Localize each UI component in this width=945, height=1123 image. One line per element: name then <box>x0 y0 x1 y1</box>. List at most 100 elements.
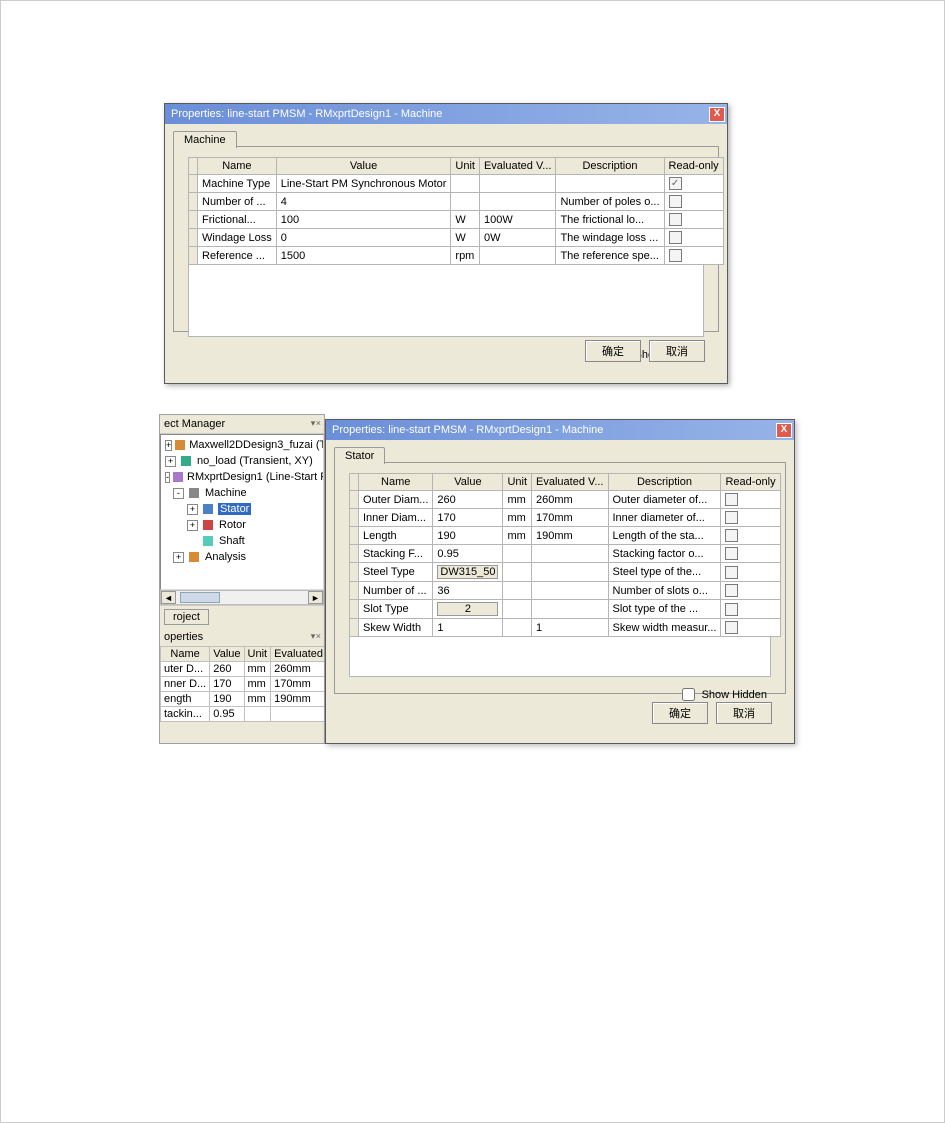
scroll-left-icon[interactable]: ◄ <box>161 591 176 604</box>
table-row[interactable]: Reference ...1500rpmThe reference spe... <box>189 247 724 265</box>
cell-readonly[interactable] <box>664 247 723 265</box>
cell-value[interactable]: 190 <box>210 692 244 707</box>
col-name[interactable]: Name <box>198 158 277 175</box>
show-hidden-input[interactable] <box>682 688 695 701</box>
ok-button[interactable]: 确定 <box>585 340 641 362</box>
table-row[interactable]: Outer Diam...260mm260mmOuter diameter of… <box>350 491 781 509</box>
tree-expander-icon[interactable]: + <box>165 440 172 451</box>
cell-value[interactable]: 260 <box>433 491 503 509</box>
project-tree[interactable]: +Maxwell2DDesign3_fuzai (Transien+no_loa… <box>160 434 324 590</box>
cancel-button[interactable]: 取消 <box>649 340 705 362</box>
table-row[interactable]: Slot Type2Slot type of the ... <box>350 600 781 619</box>
table-row[interactable]: Windage Loss0W0WThe windage loss ... <box>189 229 724 247</box>
cell-value[interactable]: 0.95 <box>210 707 244 722</box>
cell-value[interactable]: 2 <box>433 600 503 619</box>
tree-item[interactable]: +Analysis <box>163 549 321 565</box>
col-value[interactable]: Value <box>276 158 451 175</box>
tree-expander-icon[interactable]: + <box>165 456 176 467</box>
readonly-checkbox-icon[interactable] <box>725 584 738 597</box>
cell-value[interactable]: 1500 <box>276 247 451 265</box>
tree-expander-icon[interactable]: + <box>187 520 198 531</box>
tab-machine[interactable]: Machine <box>173 131 237 148</box>
cell-value[interactable]: 1 <box>433 619 503 637</box>
mini-col-eval[interactable]: Evaluated V... <box>271 647 325 662</box>
col-ro[interactable]: Read-only <box>721 474 780 491</box>
readonly-checkbox-icon[interactable] <box>669 195 682 208</box>
cell-readonly[interactable] <box>721 491 780 509</box>
cell-readonly[interactable] <box>721 563 780 582</box>
readonly-checkbox-icon[interactable] <box>669 249 682 262</box>
cell-readonly[interactable] <box>721 619 780 637</box>
readonly-checkbox-icon[interactable] <box>725 529 738 542</box>
col-ro[interactable]: Read-only <box>664 158 723 175</box>
readonly-checkbox-icon[interactable] <box>669 213 682 226</box>
cell-readonly[interactable] <box>664 229 723 247</box>
scroll-track[interactable] <box>176 591 308 604</box>
table-row[interactable]: Steel TypeDW315_50Steel type of the... <box>350 563 781 582</box>
titlebar[interactable]: Properties: line-start PMSM - RMxprtDesi… <box>165 104 727 124</box>
tree-expander-icon[interactable]: - <box>173 488 184 499</box>
readonly-checkbox-icon[interactable] <box>669 177 682 190</box>
col-value[interactable]: Value <box>433 474 503 491</box>
cell-value[interactable]: 170 <box>210 677 244 692</box>
panel-controls-icon[interactable]: ▾ × <box>311 418 320 430</box>
cell-readonly[interactable] <box>721 600 780 619</box>
readonly-checkbox-icon[interactable] <box>669 231 682 244</box>
cell-readonly[interactable] <box>664 211 723 229</box>
property-grid[interactable]: Name Value Unit Evaluated V... Descripti… <box>188 157 724 265</box>
tree-item[interactable]: Shaft <box>163 533 321 549</box>
tree-item[interactable]: +Maxwell2DDesign3_fuzai (Transien <box>163 437 321 453</box>
table-row[interactable]: Length190mm190mmLength of the sta... <box>350 527 781 545</box>
table-row[interactable]: nner D...170mm170mm <box>161 677 326 692</box>
col-eval[interactable]: Evaluated V... <box>479 158 555 175</box>
tab-stator[interactable]: Stator <box>334 447 385 464</box>
ok-button[interactable]: 确定 <box>652 702 708 724</box>
cell-readonly[interactable] <box>721 509 780 527</box>
titlebar[interactable]: Properties: line-start PMSM - RMxprtDesi… <box>326 420 794 440</box>
cell-value[interactable]: 100 <box>276 211 451 229</box>
table-row[interactable]: Stacking F...0.95Stacking factor o... <box>350 545 781 563</box>
table-row[interactable]: Number of ...36Number of slots o... <box>350 582 781 600</box>
properties-controls-icon[interactable]: ▾ × <box>311 631 320 643</box>
tree-expander-icon[interactable]: + <box>173 552 184 563</box>
close-icon[interactable]: X <box>709 107 725 122</box>
property-grid[interactable]: Name Value Unit Evaluated V... Descripti… <box>349 473 781 637</box>
readonly-checkbox-icon[interactable] <box>725 603 738 616</box>
mini-col-name[interactable]: Name <box>161 647 210 662</box>
col-unit[interactable]: Unit <box>503 474 532 491</box>
col-desc[interactable]: Description <box>608 474 721 491</box>
readonly-checkbox-icon[interactable] <box>725 566 738 579</box>
tree-scrollbar[interactable]: ◄ ► <box>160 590 324 605</box>
cell-readonly[interactable] <box>721 527 780 545</box>
table-row[interactable]: tackin...0.95 <box>161 707 326 722</box>
col-desc[interactable]: Description <box>556 158 664 175</box>
tree-item[interactable]: +Rotor <box>163 517 321 533</box>
cancel-button[interactable]: 取消 <box>716 702 772 724</box>
cell-readonly[interactable] <box>721 545 780 563</box>
tree-item[interactable]: +Stator <box>163 501 321 517</box>
readonly-checkbox-icon[interactable] <box>725 621 738 634</box>
cell-readonly[interactable] <box>664 175 723 193</box>
close-icon[interactable]: X <box>776 423 792 438</box>
table-row[interactable]: Number of ...4Number of poles o... <box>189 193 724 211</box>
table-row[interactable]: uter D...260mm260mm <box>161 662 326 677</box>
cell-value[interactable]: DW315_50 <box>433 563 503 582</box>
tree-expander-icon[interactable]: - <box>165 472 170 483</box>
scroll-thumb[interactable] <box>180 592 220 603</box>
tree-expander-icon[interactable]: + <box>187 504 198 515</box>
cell-value[interactable]: 190 <box>433 527 503 545</box>
mini-col-value[interactable]: Value <box>210 647 244 662</box>
readonly-checkbox-icon[interactable] <box>725 493 738 506</box>
table-row[interactable]: ength190mm190mm <box>161 692 326 707</box>
cell-value[interactable]: 36 <box>433 582 503 600</box>
cell-value[interactable]: 170 <box>433 509 503 527</box>
cell-value[interactable]: Line-Start PM Synchronous Motor <box>276 175 451 193</box>
readonly-checkbox-icon[interactable] <box>725 511 738 524</box>
col-unit[interactable]: Unit <box>451 158 480 175</box>
cell-value[interactable]: 260 <box>210 662 244 677</box>
col-name[interactable]: Name <box>359 474 433 491</box>
tree-item[interactable]: +no_load (Transient, XY) <box>163 453 321 469</box>
value-picker-button[interactable]: 2 <box>437 602 498 616</box>
mini-col-unit[interactable]: Unit <box>244 647 271 662</box>
project-tab[interactable]: roject <box>164 609 209 625</box>
